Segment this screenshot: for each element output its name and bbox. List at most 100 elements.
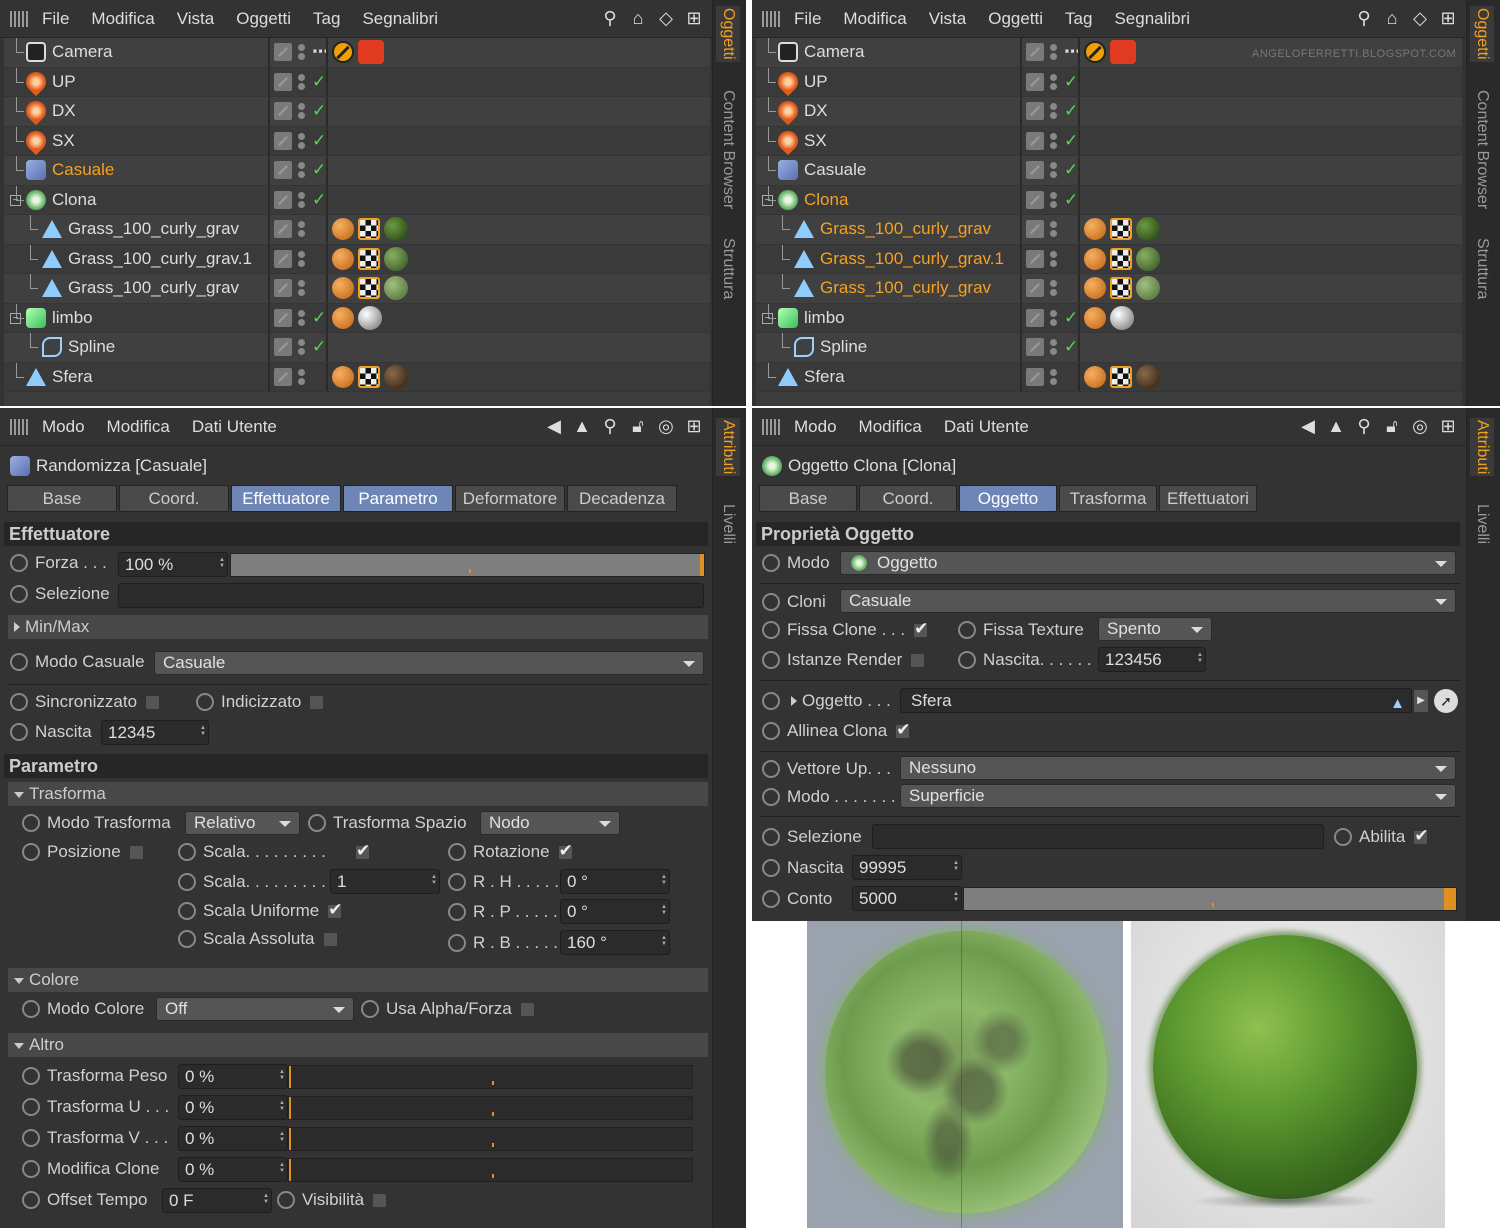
- offset-tempo-input[interactable]: 0 F: [162, 1188, 272, 1213]
- material-tag-icon[interactable]: [384, 217, 408, 242]
- object-name[interactable]: Clona: [778, 186, 848, 215]
- anim-radio[interactable]: [958, 621, 976, 639]
- modo-casuale-dropdown[interactable]: Casuale: [154, 651, 704, 675]
- object-name[interactable]: Casuale: [778, 156, 866, 185]
- forza-slider[interactable]: [230, 553, 705, 577]
- trasforma-group[interactable]: Trasforma: [8, 782, 708, 806]
- anim-radio[interactable]: [22, 843, 40, 861]
- anim-radio[interactable]: [308, 814, 326, 832]
- layer-checkbox[interactable]: [274, 367, 292, 386]
- expand-arrow-icon[interactable]: [791, 696, 797, 706]
- object-row[interactable]: Spline ✓: [756, 333, 1462, 363]
- menu-dati-utente[interactable]: Dati Utente: [944, 417, 1029, 437]
- object-name[interactable]: SX: [773, 126, 827, 156]
- phong-tag-icon[interactable]: [1084, 247, 1106, 270]
- cloni-dropdown[interactable]: Casuale: [840, 589, 1456, 613]
- trasforma-v-input[interactable]: 0 %: [178, 1126, 288, 1151]
- object-row[interactable]: Casuale ✓: [756, 156, 1462, 186]
- layer-checkbox[interactable]: [274, 308, 292, 327]
- object-name[interactable]: Camera: [26, 38, 112, 67]
- visibility-dots[interactable]: [1050, 338, 1058, 356]
- modo-trasforma-dropdown[interactable]: Relativo: [185, 811, 300, 835]
- anim-radio[interactable]: [762, 722, 780, 740]
- object-row[interactable]: Sfera: [4, 362, 710, 392]
- anim-radio[interactable]: [448, 934, 466, 952]
- phong-tag-icon[interactable]: [332, 306, 354, 329]
- tab-base[interactable]: Base: [759, 485, 857, 512]
- link-arrow-icon[interactable]: ▶: [1414, 690, 1428, 712]
- tab-struttura[interactable]: Struttura: [1473, 238, 1491, 299]
- object-name[interactable]: Grass_100_curly_grav.1: [794, 245, 1004, 274]
- home-icon[interactable]: ⌂: [628, 8, 648, 28]
- search-icon[interactable]: ⚲: [1354, 8, 1374, 28]
- object-name[interactable]: Grass_100_curly_grav: [794, 215, 991, 244]
- phong-tag-icon[interactable]: [332, 365, 354, 388]
- anim-radio[interactable]: [22, 1191, 40, 1209]
- object-name[interactable]: Camera: [778, 38, 864, 67]
- object-name[interactable]: Spline: [794, 333, 867, 362]
- up-arrow-icon[interactable]: ▲: [1326, 416, 1346, 436]
- grip-icon[interactable]: [762, 10, 782, 27]
- object-name[interactable]: Casuale: [26, 156, 114, 185]
- object-row[interactable]: − limbo ✓: [756, 303, 1462, 333]
- enabled-check-icon[interactable]: ✓: [312, 160, 326, 180]
- phong-tag-icon[interactable]: [1084, 277, 1106, 300]
- layer-checkbox[interactable]: [274, 279, 292, 298]
- rotazione-checkbox[interactable]: [557, 841, 573, 861]
- visibility-dots[interactable]: [298, 368, 306, 386]
- tab-effettuatori[interactable]: Effettuatori: [1159, 485, 1257, 512]
- visibility-dots[interactable]: [1050, 161, 1058, 179]
- enabled-check-icon[interactable]: ✓: [312, 72, 326, 92]
- object-name[interactable]: limbo: [26, 304, 93, 333]
- visibility-dots[interactable]: [1050, 309, 1058, 327]
- menu-vista[interactable]: Vista: [929, 9, 967, 29]
- visibility-dots[interactable]: [298, 220, 306, 238]
- layer-checkbox[interactable]: [1026, 249, 1044, 268]
- fissa-clone-checkbox[interactable]: [913, 619, 928, 639]
- anim-radio[interactable]: [958, 651, 976, 669]
- camera-tag-icon[interactable]: [1110, 40, 1136, 65]
- visibility-dots[interactable]: [1050, 368, 1058, 386]
- new-panel-icon[interactable]: ⊞: [1438, 8, 1458, 28]
- object-row[interactable]: Grass_100_curly_grav.1: [4, 244, 710, 274]
- grip-icon[interactable]: [10, 10, 30, 27]
- material-tag-icon[interactable]: [1136, 276, 1160, 301]
- uvw-tag-icon[interactable]: [358, 247, 380, 270]
- tab-decadenza[interactable]: Decadenza: [567, 485, 677, 512]
- visibility-dots[interactable]: [1050, 132, 1058, 150]
- menu-segnalibri[interactable]: Segnalibri: [362, 9, 438, 29]
- layer-checkbox[interactable]: [1026, 279, 1044, 298]
- layer-checkbox[interactable]: [1026, 338, 1044, 357]
- layer-checkbox[interactable]: [274, 220, 292, 239]
- phong-tag-icon[interactable]: [332, 218, 354, 241]
- anim-radio[interactable]: [762, 692, 780, 710]
- visibility-dots[interactable]: [298, 191, 306, 209]
- anim-radio[interactable]: [361, 1000, 379, 1018]
- uvw-tag-icon[interactable]: [358, 277, 380, 300]
- layer-checkbox[interactable]: [1026, 220, 1044, 239]
- anim-radio[interactable]: [1334, 828, 1352, 846]
- rp-input[interactable]: 0 °: [560, 899, 670, 924]
- anim-radio[interactable]: [762, 890, 780, 908]
- enabled-check-icon[interactable]: ✓: [312, 131, 326, 151]
- anim-radio[interactable]: [762, 788, 780, 806]
- object-name[interactable]: Grass_100_curly_grav.1: [42, 245, 252, 274]
- object-row[interactable]: SX ✓: [756, 126, 1462, 156]
- object-name[interactable]: Spline: [42, 333, 115, 362]
- object-row[interactable]: Sfera: [756, 362, 1462, 392]
- anim-radio[interactable]: [448, 903, 466, 921]
- visibilita-checkbox[interactable]: [372, 1192, 388, 1208]
- menu-segnalibri[interactable]: Segnalibri: [1114, 9, 1190, 29]
- layer-checkbox[interactable]: [1026, 72, 1044, 91]
- phong-tag-icon[interactable]: [1084, 218, 1106, 241]
- menu-modo[interactable]: Modo: [42, 417, 85, 437]
- modifica-clone-slider[interactable]: [288, 1158, 693, 1182]
- layer-checkbox[interactable]: [1026, 190, 1044, 209]
- object-name[interactable]: Clona: [26, 186, 96, 215]
- visibility-dots[interactable]: [298, 309, 306, 327]
- anim-radio[interactable]: [448, 873, 466, 891]
- back-arrow-icon[interactable]: ◀: [544, 416, 564, 436]
- tab-content-browser[interactable]: Content Browser: [719, 90, 737, 209]
- tab-coord[interactable]: Coord.: [119, 485, 229, 512]
- colore-group[interactable]: Colore: [8, 968, 708, 992]
